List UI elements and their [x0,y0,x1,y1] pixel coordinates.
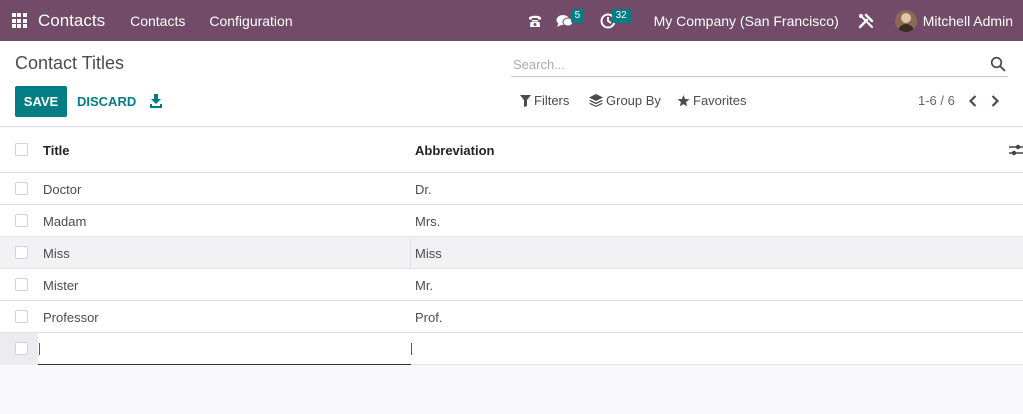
row-abbreviation-cell[interactable]: Mrs. [415,214,440,229]
activities-icon[interactable]: 32 [596,0,634,41]
filters-button[interactable]: Filters [520,93,569,108]
row-checkbox[interactable] [15,278,28,291]
group-by-label: Group By [606,93,661,108]
row-checkbox[interactable] [15,310,28,323]
user-menu[interactable]: Mitchell Admin [923,13,1013,29]
favorites-button[interactable]: Favorites [677,93,746,108]
column-header-title[interactable]: Title [43,143,70,158]
row-abbreviation-cell[interactable]: Dr. [415,182,432,197]
pager-next-icon[interactable] [989,93,1001,109]
filters-label: Filters [534,93,570,108]
column-divider [410,237,411,269]
top-navbar: Contacts Contacts Configuration 5 32 My … [0,0,1023,41]
app-title[interactable]: Contacts [38,11,105,31]
select-all-checkbox[interactable] [15,143,28,156]
phone-icon[interactable] [522,0,548,41]
row-title-cell[interactable]: Madam [43,214,86,229]
control-panel: Contact Titles SAVE DISCARD Filters Grou… [0,41,1023,127]
save-button[interactable]: SAVE [15,86,67,117]
messages-icon[interactable]: 5 [554,0,590,41]
text-cursor [411,343,412,355]
table-row[interactable]: Professor Prof. [0,301,1023,333]
row-checkbox[interactable] [15,246,28,259]
messages-count-badge: 5 [570,9,585,23]
row-selector-cell [0,333,38,365]
title-input[interactable] [38,337,411,365]
menu-configuration[interactable]: Configuration [209,13,292,29]
row-abbreviation-cell[interactable]: Miss [415,246,442,261]
company-switcher[interactable]: My Company (San Francisco) [654,13,839,29]
star-icon [677,94,690,106]
column-header-abbreviation[interactable]: Abbreviation [415,143,494,158]
new-record-row[interactable] [0,333,1023,365]
activities-count-badge: 32 [611,9,631,23]
row-title-cell[interactable]: Miss [43,246,70,261]
discard-button[interactable]: DISCARD [77,86,136,117]
page-title: Contact Titles [15,53,125,73]
apps-menu-icon[interactable] [0,0,38,41]
row-checkbox[interactable] [15,342,28,355]
user-avatar[interactable] [894,9,917,32]
search-bar [511,53,1008,77]
row-title-cell[interactable]: Doctor [43,182,81,197]
abbreviation-input[interactable] [411,337,1023,365]
row-title-cell[interactable]: Mister [43,278,78,293]
row-abbreviation-cell[interactable]: Mr. [415,278,433,293]
text-cursor [39,343,40,355]
row-checkbox[interactable] [15,182,28,195]
search-icon[interactable] [990,56,1006,72]
favorites-label: Favorites [693,93,747,108]
table-row[interactable]: Doctor Dr. [0,173,1023,205]
debug-tools-icon[interactable] [857,0,877,41]
layers-icon [589,94,603,107]
group-by-button[interactable]: Group By [589,93,661,108]
row-title-cell[interactable]: Professor [43,310,99,325]
table-row[interactable]: Madam Mrs. [0,205,1023,237]
contact-titles-list: Title Abbreviation Doctor Dr. Madam Mrs.… [0,128,1023,365]
row-abbreviation-cell[interactable]: Prof. [415,310,442,325]
pager-value[interactable]: 1-6 / 6 [918,93,955,108]
table-row[interactable]: Mister Mr. [0,269,1023,301]
row-checkbox[interactable] [15,214,28,227]
pager-previous-icon[interactable] [967,93,979,109]
menu-contacts[interactable]: Contacts [130,13,185,29]
list-header: Title Abbreviation [0,128,1023,173]
download-icon[interactable] [149,93,163,109]
table-row[interactable]: Miss Miss [0,237,1023,269]
search-input[interactable] [511,57,971,72]
optional-columns-icon[interactable] [1009,143,1023,157]
filter-icon [520,94,531,107]
